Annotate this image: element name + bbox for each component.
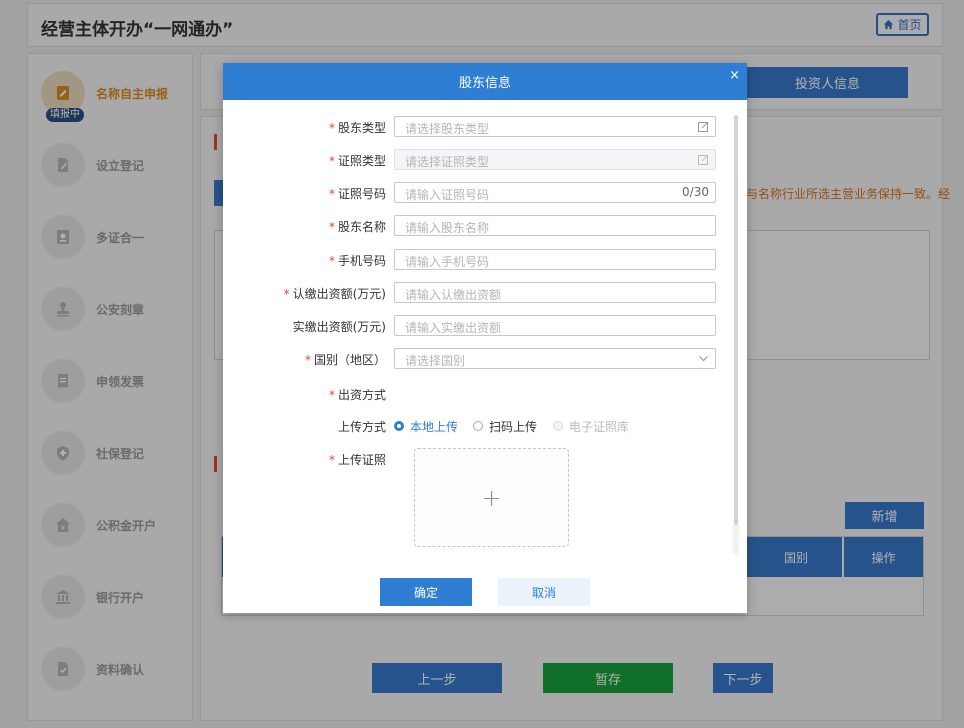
radio-dot [473,421,483,431]
field-label: * 出资方式 [329,386,386,403]
country-select[interactable]: 请选择国别 [394,348,716,369]
required-mark: * [328,388,335,402]
field-label: * 上传证照 [329,451,386,468]
placeholder: 请输入认缴出资额 [405,288,502,302]
upload-dropzone[interactable]: + [414,448,569,547]
radio-label: 电子证照库 [569,419,630,434]
shareholder-name-input[interactable]: 请输入股东名称 [394,215,716,236]
field-label: * 股东名称 [329,218,386,235]
placeholder: 请输入手机号码 [405,255,490,269]
field-label: * 国别（地区） [305,351,386,368]
required-mark: * [304,353,311,367]
field-row-shareholder-name: * 股东名称 请输入股东名称 [223,215,747,237]
field-label: 上传方式 [338,418,386,435]
field-label-text: 手机号码 [337,254,386,268]
field-label-text: 证照号码 [337,187,386,201]
subscribed-capital-input[interactable]: 请输入认缴出资额 [394,282,716,303]
field-row-cert-type: * 证照类型 请选择证照类型 [223,149,747,171]
required-mark: * [328,154,335,168]
placeholder: 请选择国别 [405,354,466,368]
cancel-button[interactable]: 取消 [498,578,590,606]
field-label: * 手机号码 [329,252,386,269]
field-label-text: 股东类型 [337,121,386,135]
scrollbar-track [733,525,739,555]
radio-dot [394,421,404,431]
phone-input[interactable]: 请输入手机号码 [394,249,716,270]
field-row-paid-capital: 实缴出资额(万元) 请输入实缴出资额 [223,315,747,337]
field-label: 实缴出资额(万元) [293,318,386,335]
field-label-text: 认缴出资额(万元) [292,287,386,301]
radio-label: 本地上传 [410,419,459,434]
close-icon[interactable]: × [729,69,740,82]
required-mark: * [328,453,335,467]
confirm-button[interactable]: 确定 [380,578,472,606]
field-label: * 证照类型 [329,152,386,169]
upload-method-group: 本地上传 扫码上传 电子证照库 [394,418,694,434]
cert-number-input[interactable]: 请输入证照号码 0/30 [394,182,716,203]
required-mark: * [328,254,335,268]
required-mark: * [283,287,290,301]
placeholder: 请选择证照类型 [405,155,490,169]
required-mark: * [328,121,335,135]
char-counter: 0/30 [682,185,709,199]
shareholder-info-dialog: 股东信息 × * 股东类型 请选择股东类型 * 证照类型 请选择证照类型 * 证照号码… [223,63,747,613]
field-label: * 股东类型 [329,119,386,136]
field-row-cert-number: * 证照号码 请输入证照号码 0/30 [223,182,747,204]
shareholder-type-select[interactable]: 请选择股东类型 [394,116,716,137]
placeholder: 请选择股东类型 [405,122,490,136]
radio-e-cert-library[interactable]: 电子证照库 [553,418,629,434]
chevron-down-icon [699,356,708,362]
page: 经营主体开办“一网通办” 首页 名称自主申报 填报中 设立登记 多证合一 公安刻… [0,0,964,728]
radio-scan-upload[interactable]: 扫码上传 [473,418,537,434]
field-label-text: 股东名称 [337,220,386,234]
radio-dot [553,421,563,431]
placeholder: 请输入股东名称 [405,221,490,235]
field-label-text: 国别（地区） [313,353,386,367]
field-row-subscribed-capital: * 认缴出资额(万元) 请输入认缴出资额 [223,282,747,304]
field-label-text: 实缴出资额(万元) [292,320,386,334]
field-row-country: * 国别（地区） 请选择国别 [223,348,747,370]
field-row-phone: * 手机号码 请输入手机号码 [223,249,747,271]
paid-capital-input[interactable]: 请输入实缴出资额 [394,315,716,336]
field-label: * 证照号码 [329,185,386,202]
dialog-header: 股东信息 × [223,63,747,100]
radio-local-upload[interactable]: 本地上传 [394,418,458,434]
field-label-text: 证照类型 [337,154,386,168]
cert-type-select[interactable]: 请选择证照类型 [394,149,716,170]
field-label: * 认缴出资额(万元) [284,285,386,302]
dialog-title: 股东信息 [458,76,511,91]
dialog-scrollbar[interactable] [734,115,738,525]
field-row-contribution: * 出资方式 [223,383,747,405]
field-row-shareholder-type: * 股东类型 请选择股东类型 [223,116,747,138]
required-mark: * [328,187,335,201]
required-mark: * [328,220,335,234]
field-label-text: 出资方式 [337,388,386,402]
placeholder: 请输入证照号码 [405,188,490,202]
edit-icon [698,122,708,132]
plus-icon: + [481,483,502,512]
placeholder: 请输入实缴出资额 [405,321,502,335]
radio-label: 扫码上传 [489,419,538,434]
field-label-text: 上传证照 [337,453,386,467]
edit-icon [698,155,708,165]
field-label-text: 上传方式 [337,420,386,434]
